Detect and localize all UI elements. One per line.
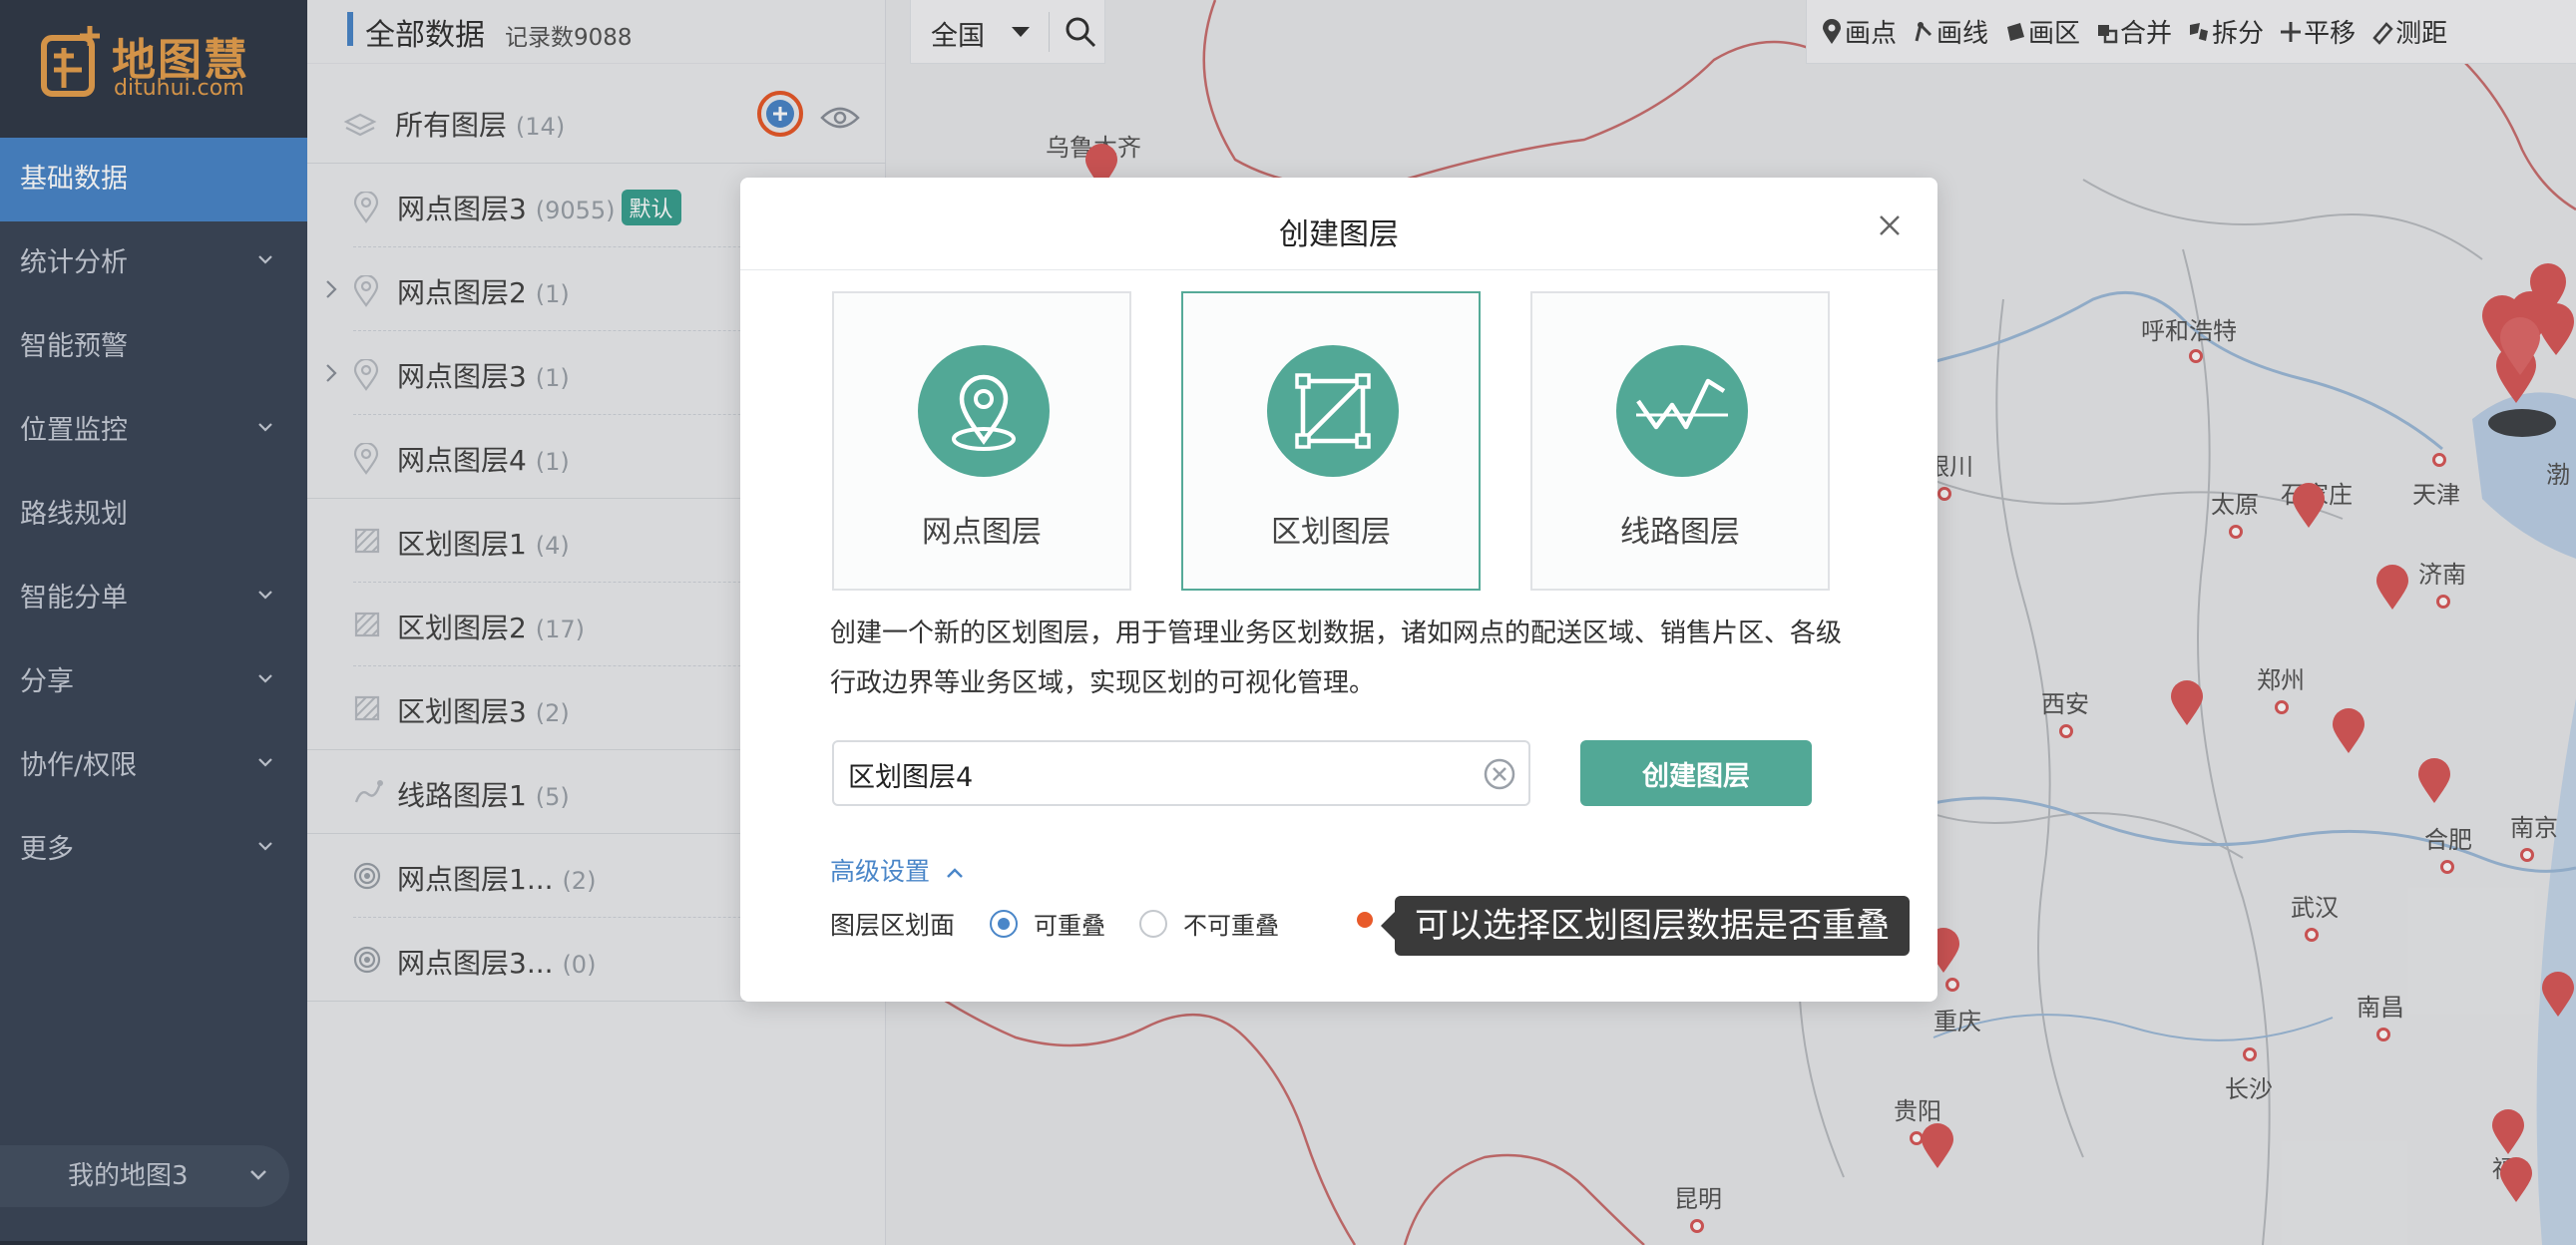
polygon-icon: [1267, 345, 1399, 477]
location-pin-icon: [918, 345, 1050, 477]
layer-type-description: 创建一个新的区划图层，用于管理业务区划数据，诸如网点的配送区域、销售片区、各级 …: [830, 619, 1843, 698]
layer-name-input[interactable]: [846, 750, 1445, 798]
layer-type-label: 线路图层: [1620, 515, 1740, 550]
overlap-setting-label: 图层区划面: [830, 911, 956, 940]
layer-type-route[interactable]: 线路图层: [1530, 291, 1830, 591]
close-icon[interactable]: [1878, 213, 1902, 237]
layer-type-label: 网点图层: [922, 515, 1042, 550]
create-layer-dialog: 创建图层 网点图层 区划图层 线路图层 创建一个新的区划图层，用于管理业务区划数…: [740, 178, 1937, 1002]
layer-type-label: 区划图层: [1271, 515, 1391, 550]
radio-circle[interactable]: [1139, 909, 1167, 938]
radio-circle[interactable]: [990, 909, 1018, 938]
radio-overlap-disallowed[interactable]: 不可重叠: [1139, 906, 1279, 941]
radio-label: 可重叠: [1034, 912, 1105, 940]
layer-name-field[interactable]: [832, 740, 1530, 806]
layer-type-point[interactable]: 网点图层: [832, 291, 1131, 591]
create-layer-button[interactable]: 创建图层: [1580, 740, 1812, 806]
overlap-tooltip: 可以选择区划图层数据是否重叠: [1381, 896, 1910, 956]
advanced-settings-toggle[interactable]: 高级设置: [830, 852, 964, 888]
dialog-header-divider: [740, 269, 1937, 270]
radio-label: 不可重叠: [1183, 912, 1279, 940]
layer-type-region[interactable]: 区划图层: [1181, 291, 1481, 591]
radio-overlap-allowed[interactable]: 可重叠: [990, 906, 1105, 941]
chevron-up-icon: [947, 868, 963, 878]
tooltip-hotspot-dot: [1357, 912, 1373, 928]
clear-input-icon[interactable]: [1483, 757, 1516, 791]
route-line-icon: [1616, 345, 1748, 477]
dialog-title: 创建图层: [1279, 217, 1399, 252]
